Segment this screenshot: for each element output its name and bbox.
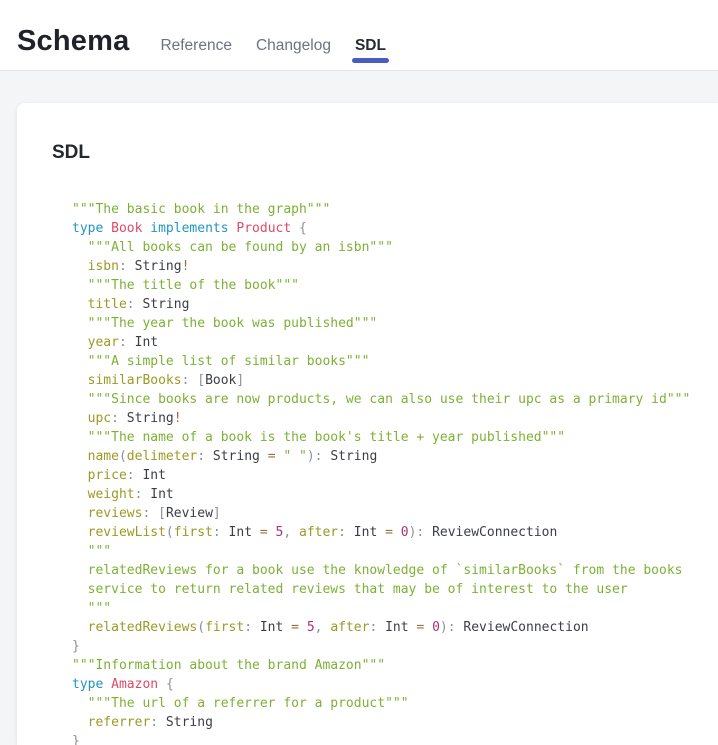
- code-line: reviewList(first: Int = 5, after: Int = …: [72, 523, 718, 542]
- code-line: price: Int: [72, 466, 718, 485]
- active-tab-indicator: [352, 58, 389, 63]
- code-line: title: String: [72, 295, 718, 314]
- code-line: """The name of a book is the book's titl…: [72, 428, 718, 447]
- code-line: service to return related reviews that m…: [72, 580, 718, 599]
- code-line: """The year the book was published""": [72, 314, 718, 333]
- code-line: """Information about the brand Amazon""": [72, 656, 718, 675]
- code-line: """The url of a referrer for a product""…: [72, 694, 718, 713]
- code-line: }: [72, 732, 718, 745]
- sdl-heading: SDL: [52, 141, 718, 164]
- code-line: relatedReviews(first: Int = 5, after: In…: [72, 618, 718, 637]
- code-line: """The basic book in the graph""": [72, 200, 718, 219]
- tab-bar: Reference Changelog SDL: [160, 38, 386, 54]
- code-line: """The title of the book""": [72, 276, 718, 295]
- page-body: SDL """The basic book in the graph"""typ…: [0, 71, 718, 745]
- code-line: }: [72, 637, 718, 656]
- code-line: type Book implements Product {: [72, 219, 718, 238]
- code-line: relatedReviews for a book use the knowle…: [72, 561, 718, 580]
- code-line: """All books can be found by an isbn""": [72, 238, 718, 257]
- page-title: Schema: [17, 27, 129, 56]
- code-line: similarBooks: [Book]: [72, 371, 718, 390]
- code-line: """Since books are now products, we can …: [72, 390, 718, 409]
- code-line: type Amazon {: [72, 675, 718, 694]
- code-line: year: Int: [72, 333, 718, 352]
- code-line: isbn: String!: [72, 257, 718, 276]
- code-line: reviews: [Review]: [72, 504, 718, 523]
- schema-header: Schema Reference Changelog SDL: [0, 0, 718, 71]
- tab-changelog[interactable]: Changelog: [256, 38, 331, 54]
- tab-sdl[interactable]: SDL: [355, 38, 386, 54]
- code-line: upc: String!: [72, 409, 718, 428]
- tab-reference[interactable]: Reference: [160, 38, 232, 54]
- code-line: weight: Int: [72, 485, 718, 504]
- sdl-card: SDL """The basic book in the graph"""typ…: [17, 103, 718, 745]
- tab-sdl-label: SDL: [355, 37, 386, 54]
- code-line: referrer: String: [72, 713, 718, 732]
- code-line: """A simple list of similar books""": [72, 352, 718, 371]
- code-line: """: [72, 599, 718, 618]
- sdl-code: """The basic book in the graph"""type Bo…: [72, 200, 718, 745]
- code-line: """: [72, 542, 718, 561]
- code-line: name(delimeter: String = " "): String: [72, 447, 718, 466]
